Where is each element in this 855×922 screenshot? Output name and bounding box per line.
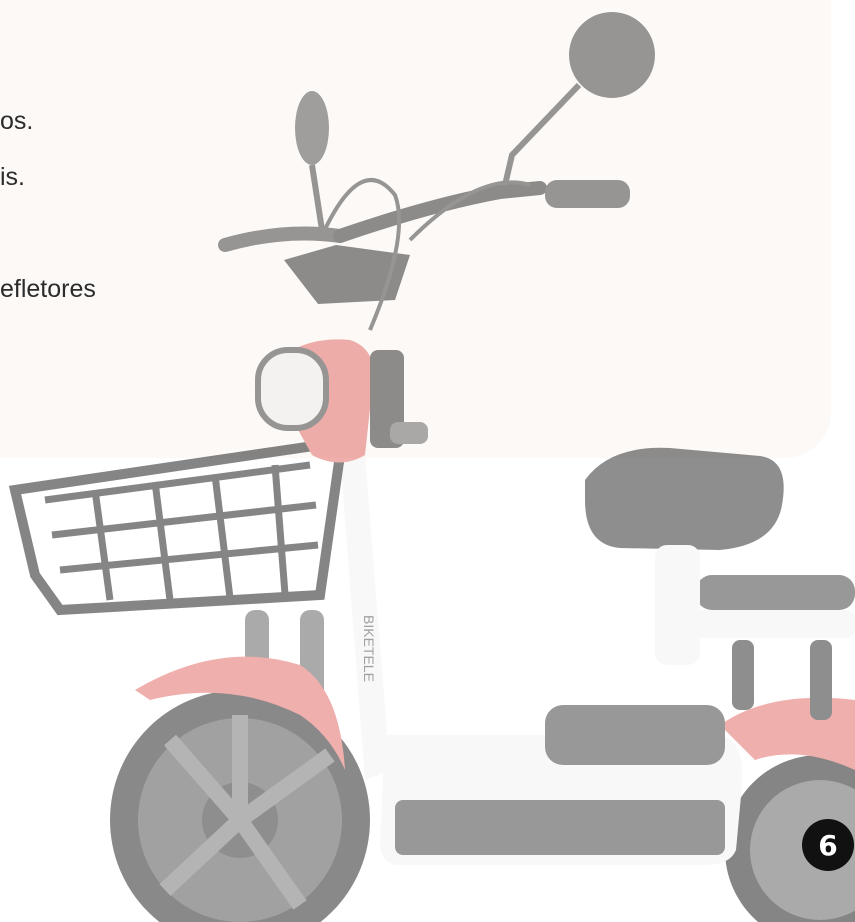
feature-line-1: os. [0,107,34,135]
feature-list: os. is. efletores [0,0,855,922]
page: BIKETELE os. is. efletores 6 [0,0,855,922]
feature-line-2: is. [0,163,25,191]
page-number: 6 [818,828,838,862]
page-number-badge: 6 [802,819,854,871]
feature-line-3: efletores [0,275,96,303]
